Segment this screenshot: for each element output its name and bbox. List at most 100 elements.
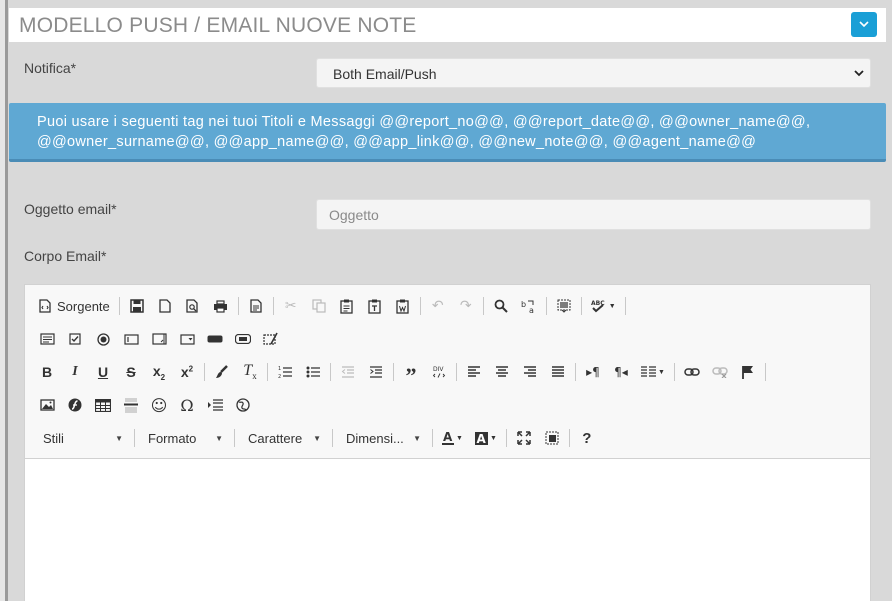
size-combo-label: Dimensi... bbox=[346, 430, 404, 446]
source-button[interactable]: Sorgente bbox=[33, 294, 116, 318]
text-field-button[interactable] bbox=[117, 327, 145, 351]
button-icon bbox=[207, 335, 223, 343]
page-break-button[interactable] bbox=[201, 393, 229, 417]
new-page-button[interactable] bbox=[151, 294, 179, 318]
form-button-button[interactable] bbox=[201, 327, 229, 351]
underline-button[interactable]: U bbox=[89, 360, 117, 384]
image-button[interactable] bbox=[33, 393, 61, 417]
font-combo[interactable]: Carattere ▼ bbox=[238, 427, 329, 449]
spellcheck-icon: ABC bbox=[591, 300, 605, 313]
redo-button[interactable]: ↷ bbox=[452, 294, 480, 318]
paste-text-button[interactable] bbox=[361, 294, 389, 318]
ltr-button[interactable]: ▸¶ bbox=[579, 360, 607, 384]
copy-button[interactable] bbox=[305, 294, 333, 318]
maximize-button[interactable] bbox=[510, 426, 538, 450]
justify-button[interactable] bbox=[544, 360, 572, 384]
paintbrush-icon bbox=[216, 365, 228, 378]
remove-format-button[interactable]: Tx bbox=[236, 360, 264, 384]
select-all-button[interactable] bbox=[550, 294, 578, 318]
collapse-button[interactable] bbox=[851, 12, 877, 37]
templates-button[interactable] bbox=[242, 294, 270, 318]
toolbar-separator bbox=[419, 297, 421, 315]
hidden-field-button[interactable] bbox=[257, 327, 285, 351]
replace-icon: ba bbox=[521, 300, 534, 314]
image-button-button[interactable] bbox=[229, 327, 257, 351]
checkbox-button[interactable] bbox=[61, 327, 89, 351]
align-right-button[interactable] bbox=[516, 360, 544, 384]
indent-button[interactable] bbox=[362, 360, 390, 384]
preview-button[interactable] bbox=[179, 294, 207, 318]
cut-button[interactable]: ✂ bbox=[277, 294, 305, 318]
blockquote-button[interactable]: ” bbox=[397, 360, 425, 388]
copy-format-button[interactable] bbox=[208, 360, 236, 384]
toolbar-row-1: Sorgente ✂ ↶ ↷ ba ABC ▼ bbox=[33, 293, 629, 319]
create-div-button[interactable]: DIV bbox=[425, 360, 453, 384]
flash-button[interactable] bbox=[61, 393, 89, 417]
panel-title: MODELLO PUSH / EMAIL NUOVE NOTE bbox=[19, 14, 417, 37]
paste-word-button[interactable] bbox=[389, 294, 417, 318]
bold-button[interactable]: B bbox=[33, 360, 61, 384]
undo-button[interactable]: ↶ bbox=[424, 294, 452, 318]
replace-button[interactable]: ba bbox=[515, 294, 543, 318]
special-char-button[interactable]: Ω bbox=[173, 393, 201, 417]
toolbar-separator bbox=[393, 363, 394, 381]
smiley-icon: ☺ bbox=[150, 395, 168, 415]
table-button[interactable] bbox=[89, 393, 117, 417]
panel-header: MODELLO PUSH / EMAIL NUOVE NOTE bbox=[9, 8, 886, 42]
maximize-icon bbox=[517, 431, 531, 445]
spellcheck-button[interactable]: ABC ▼ bbox=[585, 294, 622, 318]
preview-icon bbox=[186, 299, 198, 313]
editor-content-area[interactable] bbox=[25, 459, 870, 601]
toolbar-separator bbox=[673, 363, 675, 381]
text-field-icon bbox=[123, 333, 139, 345]
rtl-button[interactable]: ¶◂ bbox=[607, 360, 635, 384]
form-button[interactable] bbox=[33, 327, 61, 351]
oggetto-input[interactable] bbox=[316, 199, 871, 230]
toolbar-separator bbox=[237, 297, 239, 315]
textarea-button[interactable] bbox=[145, 327, 173, 351]
print-button[interactable] bbox=[207, 294, 235, 318]
bold-icon: B bbox=[41, 364, 53, 380]
help-button[interactable]: ? bbox=[573, 426, 601, 450]
subscript-button[interactable]: x2 bbox=[145, 360, 173, 384]
print-icon bbox=[214, 299, 228, 313]
copy-icon bbox=[312, 299, 326, 313]
bulleted-list-button[interactable] bbox=[299, 360, 327, 384]
iframe-button[interactable] bbox=[229, 393, 257, 417]
paste-button[interactable] bbox=[333, 294, 361, 318]
horizontal-rule-button[interactable] bbox=[117, 393, 145, 417]
strikethrough-button[interactable]: S bbox=[117, 360, 145, 384]
bulleted-list-icon bbox=[306, 366, 320, 378]
align-center-button[interactable] bbox=[488, 360, 516, 384]
format-combo[interactable]: Formato ▼ bbox=[138, 427, 231, 449]
link-button[interactable] bbox=[678, 360, 706, 384]
language-button[interactable]: ▼ bbox=[635, 360, 671, 384]
notifica-select[interactable]: Both Email/Push bbox=[316, 58, 871, 88]
text-color-button[interactable]: A ▼ bbox=[436, 426, 469, 450]
svg-text:A: A bbox=[443, 431, 453, 444]
unlink-button[interactable] bbox=[706, 360, 734, 384]
smiley-button[interactable]: ☺ bbox=[145, 393, 173, 417]
size-combo[interactable]: Dimensi... ▼ bbox=[336, 427, 429, 449]
background-color-button[interactable]: A ▼ bbox=[469, 426, 503, 450]
show-blocks-button[interactable] bbox=[538, 426, 566, 450]
radio-button[interactable] bbox=[89, 327, 117, 351]
align-left-button[interactable] bbox=[460, 360, 488, 384]
toolbar-separator bbox=[118, 297, 120, 315]
find-button[interactable] bbox=[487, 294, 515, 318]
toolbar-separator bbox=[330, 363, 331, 381]
styles-combo[interactable]: Stili ▼ bbox=[33, 427, 131, 449]
numbered-list-button[interactable]: 12 bbox=[271, 360, 299, 384]
save-button[interactable] bbox=[123, 294, 151, 318]
toolbar-separator bbox=[234, 429, 235, 447]
language-icon bbox=[641, 365, 656, 377]
background-color-icon: A bbox=[474, 431, 488, 445]
outdent-button[interactable] bbox=[334, 360, 362, 384]
caret-down-icon: ▼ bbox=[456, 434, 463, 442]
italic-button[interactable]: I bbox=[61, 360, 89, 384]
text-direction-rtl-icon: ¶◂ bbox=[614, 365, 628, 379]
superscript-button[interactable]: x2 bbox=[173, 360, 201, 384]
align-left-icon bbox=[467, 366, 480, 377]
select-field-button[interactable] bbox=[173, 327, 201, 351]
anchor-button[interactable] bbox=[734, 360, 762, 384]
